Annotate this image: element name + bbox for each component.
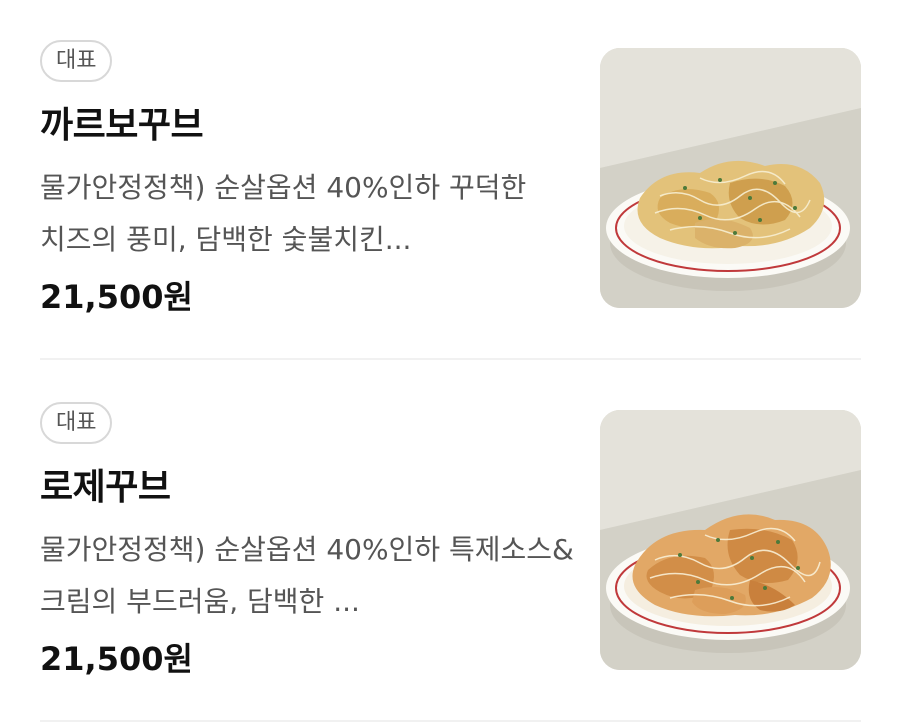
menu-item-price: 21,500원 bbox=[40, 640, 193, 678]
menu-list: 대표 까르보꾸브 물가안정정책) 순살옵션 40%인하 꾸덕한 치즈의 풍미, … bbox=[0, 0, 900, 722]
divider bbox=[40, 358, 861, 360]
chicken-dish-image bbox=[600, 410, 861, 670]
representative-badge: 대표 bbox=[40, 402, 113, 444]
menu-item[interactable]: 대표 까르보꾸브 물가안정정책) 순살옵션 40%인하 꾸덕한 치즈의 풍미, … bbox=[0, 0, 900, 360]
menu-item[interactable]: 대표 로제꾸브 물가안정정책) 순살옵션 40%인하 특제소스&크림의 부드러움… bbox=[0, 362, 900, 722]
chicken-dish-image bbox=[600, 48, 861, 308]
menu-item-name: 로제꾸브 bbox=[40, 467, 171, 508]
representative-badge: 대표 bbox=[40, 40, 113, 82]
menu-item-description: 물가안정정책) 순살옵션 40%인하 꾸덕한 치즈의 풍미, 담백한 숯불치킨.… bbox=[40, 171, 527, 256]
menu-item-description: 물가안정정책) 순살옵션 40%인하 특제소스&크림의 부드러움, 담백한 ..… bbox=[40, 533, 574, 618]
menu-item-name: 까르보꾸브 bbox=[40, 105, 204, 146]
menu-item-image[interactable] bbox=[600, 410, 861, 670]
menu-item-price: 21,500원 bbox=[40, 278, 193, 316]
menu-item-image[interactable] bbox=[600, 48, 861, 308]
